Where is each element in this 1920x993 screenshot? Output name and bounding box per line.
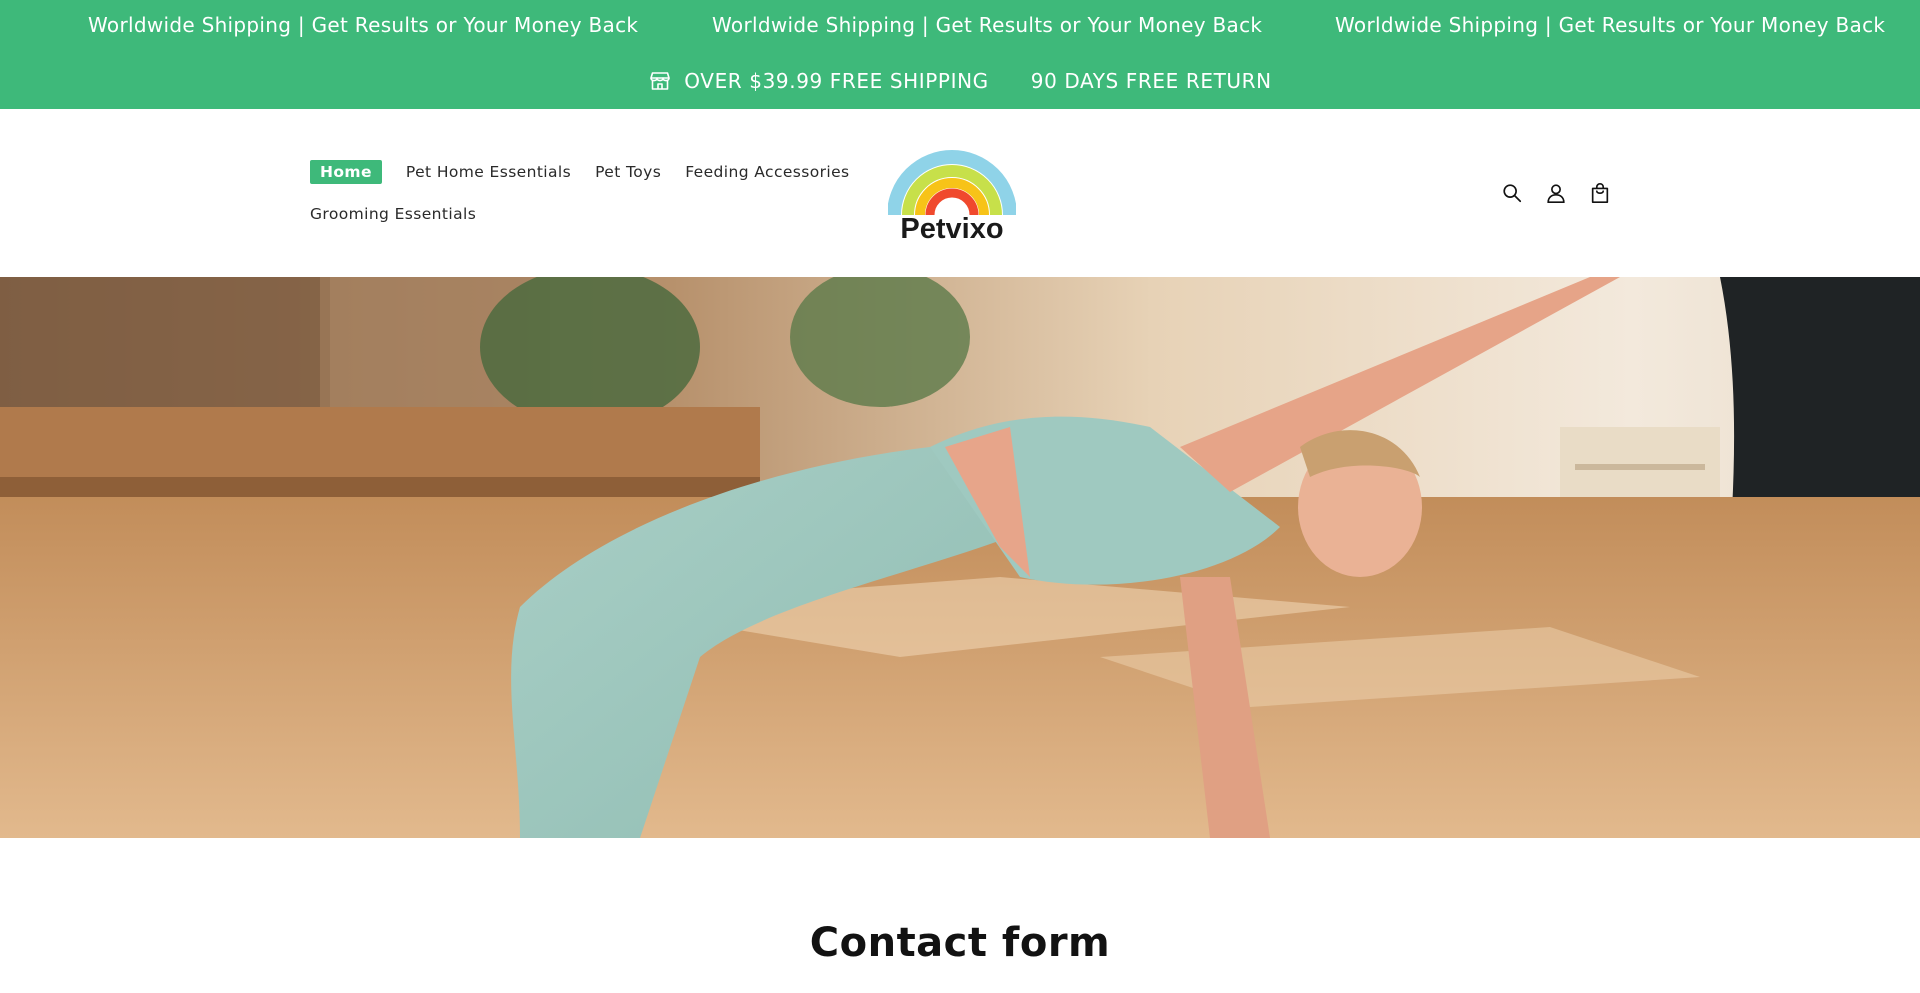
perk-label: OVER $39.99 FREE SHIPPING (684, 69, 989, 93)
perk-free-shipping: OVER $39.99 FREE SHIPPING (648, 69, 988, 93)
contact-form-title: Contact form (809, 920, 1111, 966)
account-icon (1547, 184, 1565, 203)
marquee-message: Worldwide Shipping | Get Results or Your… (712, 13, 1263, 37)
nav-link-home[interactable]: Home (310, 160, 382, 184)
header-icons (1501, 180, 1611, 206)
rainbow-logo-icon (887, 141, 1017, 216)
hero-image (0, 277, 1920, 838)
announcement-marquee: Worldwide Shipping | Get Results or Your… (0, 0, 1920, 50)
announcement-bar: Worldwide Shipping | Get Results or Your… (0, 0, 1920, 109)
site-header: Home Pet Home Essentials Pet Toys Feedin… (0, 109, 1920, 277)
cart-button[interactable] (1589, 180, 1611, 206)
cart-icon (1591, 183, 1609, 203)
nav-link-feeding-accessories[interactable]: Feeding Accessories (685, 163, 849, 181)
marquee-message: Worldwide Shipping | Get Results or Your… (1335, 13, 1886, 37)
nav-link-pet-home-essentials[interactable]: Pet Home Essentials (406, 163, 571, 181)
search-button[interactable] (1501, 180, 1523, 206)
main-nav: Home Pet Home Essentials Pet Toys Feedin… (310, 159, 870, 227)
site-logo[interactable]: Petvixo (887, 141, 1017, 253)
logo-text: Petvixo (900, 213, 1004, 245)
hero-banner (0, 277, 1920, 838)
marquee-message: Worldwide Shipping | Get Results or Your… (88, 13, 639, 37)
store-icon (650, 72, 671, 90)
perks-bar: OVER $39.99 FREE SHIPPING 90 DAYS FREE R… (0, 66, 1920, 96)
perk-free-return: 90 DAYS FREE RETURN (1031, 69, 1272, 93)
search-icon (1503, 184, 1522, 203)
account-button[interactable] (1545, 180, 1567, 206)
nav-link-grooming-essentials[interactable]: Grooming Essentials (310, 205, 476, 223)
perk-label: 90 DAYS FREE RETURN (1030, 69, 1272, 93)
nav-link-pet-toys[interactable]: Pet Toys (595, 163, 661, 181)
